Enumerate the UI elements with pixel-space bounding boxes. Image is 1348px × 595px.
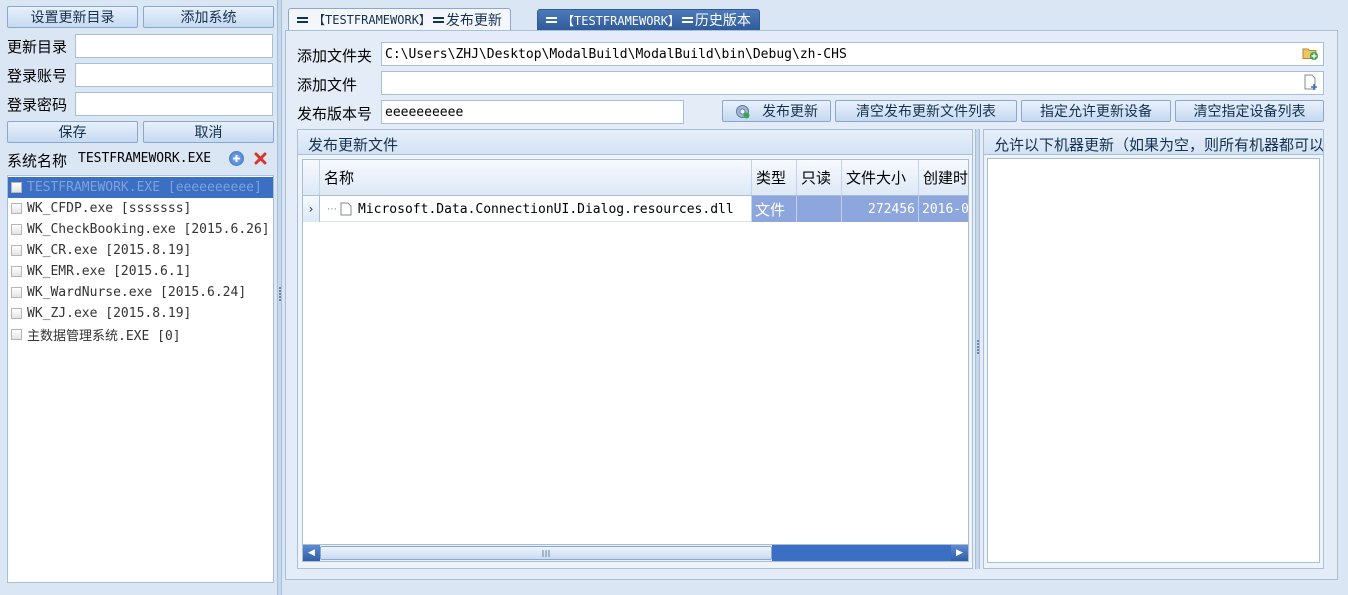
system-list-item[interactable]: WK_CR.exe [2015.8.19]: [11, 240, 191, 261]
checkbox-icon[interactable]: [11, 245, 22, 256]
cell-readonly[interactable]: [797, 196, 842, 222]
splitter-grip: [279, 286, 282, 302]
system-list-item-label: WK_CR.exe [2015.8.19]: [27, 243, 192, 258]
system-list-item[interactable]: WK_EMR.exe [2015.6.1]: [11, 261, 191, 282]
horizontal-scrollbar[interactable]: ◀ ▶: [303, 544, 968, 561]
add-system-button[interactable]: 添加系统: [143, 6, 274, 28]
tab-history-label: 【TESTFRAMEWORK】: [562, 13, 680, 28]
folder-add-icon[interactable]: [1302, 45, 1319, 61]
scroll-left-arrow-icon[interactable]: ◀: [303, 545, 320, 561]
column-header-name[interactable]: 名称: [320, 160, 752, 195]
checkbox-icon[interactable]: [11, 182, 22, 193]
add-circle-icon[interactable]: [229, 151, 244, 166]
devices-panel-title: 允许以下机器更新（如果为空，则所有机器都可以更新）: [983, 129, 1324, 155]
checkbox-icon[interactable]: [11, 224, 22, 235]
files-grid[interactable]: 名称 类型 只读 文件大小 创建时间 › ⋯ Microsoft.Data.Co…: [302, 159, 969, 562]
add-file-label: 添加文件: [297, 76, 358, 94]
system-list-item[interactable]: WK_WardNurse.exe [2015.6.24]: [11, 282, 246, 303]
cell-created: 2016-0: [919, 196, 968, 222]
system-list-item-label: WK_EMR.exe [2015.6.1]: [27, 264, 192, 279]
system-list-item-label: WK_WardNurse.exe [2015.6.24]: [27, 285, 247, 300]
scroll-right-arrow-icon[interactable]: ▶: [951, 545, 968, 561]
tree-connector: ⋯: [327, 203, 337, 215]
file-icon: [340, 196, 354, 222]
account-label: 登录账号: [7, 67, 68, 85]
system-name-label: 系统名称: [7, 152, 68, 170]
clear-devices-button[interactable]: 清空指定设备列表: [1175, 100, 1324, 122]
column-header-size[interactable]: 文件大小: [842, 160, 919, 195]
menu-lines-icon: [681, 15, 693, 25]
system-list-item[interactable]: WK_ZJ.exe [2015.8.19]: [11, 303, 191, 324]
files-panel-title: 发布更新文件: [297, 129, 973, 155]
column-header-readonly[interactable]: 只读: [797, 160, 842, 195]
add-file-input[interactable]: [381, 71, 1324, 95]
add-folder-input[interactable]: C:\Users\ZHJ\Desktop\ModalBuild\ModalBui…: [381, 42, 1324, 66]
system-list[interactable]: TESTFRAMEWORK.EXE [eeeeeeeeee] WK_CFDP.e…: [7, 175, 274, 583]
publish-update-button[interactable]: 发布更新: [722, 100, 831, 122]
checkbox-icon[interactable]: [11, 203, 22, 214]
password-input[interactable]: [75, 92, 273, 116]
add-folder-label: 添加文件夹: [297, 47, 373, 65]
publish-update-label: 发布更新: [762, 104, 818, 120]
file-add-icon[interactable]: [1303, 74, 1319, 91]
checkbox-icon[interactable]: [11, 266, 22, 277]
row-indicator-icon: ›: [303, 196, 320, 222]
grid-row-indicator-header: [303, 160, 320, 195]
scroll-track[interactable]: [772, 545, 951, 561]
table-row[interactable]: › ⋯ Microsoft.Data.ConnectionUI.Dialog.r…: [303, 196, 968, 222]
tab-history-suffix: 历史版本: [694, 13, 751, 29]
publish-gear-icon: [735, 104, 750, 119]
version-label: 发布版本号: [297, 105, 373, 123]
specify-devices-button[interactable]: 指定允许更新设备: [1021, 100, 1171, 122]
system-list-item[interactable]: WK_CFDP.exe [sssssss]: [11, 198, 191, 219]
set-update-dir-button[interactable]: 设置更新目录: [7, 6, 138, 28]
menu-lines-icon: [546, 15, 557, 25]
tab-history[interactable]: 【TESTFRAMEWORK】 历史版本: [537, 9, 760, 30]
cell-type: 文件: [752, 196, 797, 222]
splitter-grip: [977, 339, 980, 355]
column-header-created[interactable]: 创建时间: [919, 160, 968, 195]
column-header-type[interactable]: 类型: [752, 160, 797, 195]
update-dir-label: 更新目录: [7, 38, 68, 56]
delete-icon[interactable]: [253, 151, 268, 166]
system-list-item[interactable]: 主数据管理系统.EXE [0]: [11, 324, 181, 345]
system-list-item-label: WK_CheckBooking.exe [2015.6.26]: [27, 222, 270, 237]
main-splitter[interactable]: [277, 0, 282, 595]
cell-name: Microsoft.Data.ConnectionUI.Dialog.resou…: [358, 196, 752, 222]
version-input[interactable]: eeeeeeeeee: [381, 100, 684, 124]
save-button[interactable]: 保存: [7, 121, 138, 143]
checkbox-icon[interactable]: [11, 329, 22, 340]
cancel-button[interactable]: 取消: [143, 121, 274, 143]
update-dir-input[interactable]: [75, 34, 273, 58]
system-list-item-label: WK_CFDP.exe [sssssss]: [27, 201, 192, 216]
password-label: 登录密码: [7, 96, 68, 114]
system-list-item[interactable]: TESTFRAMEWORK.EXE [eeeeeeeeee]: [11, 177, 262, 198]
clear-files-button[interactable]: 清空发布更新文件列表: [835, 100, 1017, 122]
tab-publish-suffix: 发布更新: [445, 12, 502, 29]
system-list-item[interactable]: WK_CheckBooking.exe [2015.6.26]: [11, 219, 270, 240]
scroll-thumb[interactable]: [320, 546, 772, 560]
tab-publish-label: 【TESTFRAMEWORK】: [313, 13, 431, 27]
system-list-item-label: WK_ZJ.exe [2015.8.19]: [27, 306, 192, 321]
system-name-input[interactable]: TESTFRAMEWORK.EXE: [75, 147, 225, 171]
checkbox-icon[interactable]: [11, 287, 22, 298]
menu-lines-icon: [432, 15, 444, 25]
grid-header: 名称 类型 只读 文件大小 创建时间: [303, 160, 968, 196]
system-list-item-label: 主数据管理系统.EXE [0]: [27, 329, 181, 344]
account-input[interactable]: [75, 63, 273, 87]
cell-size: 272456: [842, 196, 919, 222]
checkbox-icon[interactable]: [11, 308, 22, 319]
menu-lines-icon: [297, 15, 308, 25]
system-list-item-label: TESTFRAMEWORK.EXE [eeeeeeeeee]: [27, 180, 262, 195]
devices-list[interactable]: [987, 158, 1320, 563]
tab-publish[interactable]: 【TESTFRAMEWORK】 发布更新: [288, 8, 511, 30]
panel-splitter[interactable]: [975, 129, 980, 569]
